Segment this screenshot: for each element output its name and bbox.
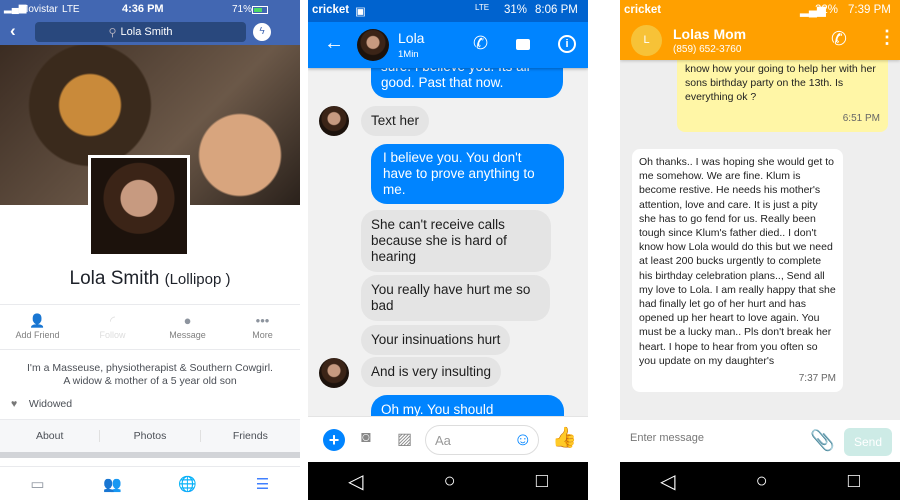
- message-received: Text her: [361, 106, 430, 136]
- back-icon[interactable]: ◁: [660, 469, 675, 494]
- follow-icon: ◜: [109, 313, 116, 328]
- tab-photos[interactable]: Photos: [100, 430, 201, 442]
- back-icon[interactable]: ‹: [10, 21, 16, 41]
- sms-screen: cricket ▂▄▆ 22% 7:39 PM L Lolas Mom (859…: [620, 0, 900, 500]
- profile-name: Lola Smith (Lollipop ): [69, 268, 231, 289]
- message-received: She can't receive calls because she is h…: [361, 210, 551, 272]
- recents-icon[interactable]: □: [536, 470, 548, 493]
- battery-level: 22%: [815, 4, 839, 16]
- news-feed-icon[interactable]: ▭: [0, 475, 75, 493]
- avatar: [319, 358, 349, 388]
- contact-name: Lolas Mom: [673, 26, 747, 42]
- contact-avatar[interactable]: L: [631, 25, 662, 56]
- composer: + ◙ ▨ Aa ☺ 👍: [308, 416, 588, 462]
- add-friend-button[interactable]: 👤 Add Friend: [0, 305, 75, 349]
- time: 8:06 PM: [535, 4, 578, 16]
- placeholder: Aa: [435, 433, 451, 448]
- message-input[interactable]: Aa ☺: [425, 425, 539, 455]
- message-received: Oh thanks.. I was hoping she would get t…: [632, 149, 843, 393]
- battery-level: 31%: [504, 4, 528, 16]
- carrier: Movistar: [20, 4, 58, 15]
- attachment-icon[interactable]: 📎: [810, 428, 835, 453]
- add-friend-icon: 👤: [29, 313, 46, 328]
- like-icon[interactable]: 👍: [552, 425, 577, 450]
- more-icon: •••: [255, 313, 270, 328]
- divider: [0, 452, 300, 458]
- search-text: Lola Smith: [120, 26, 173, 38]
- contact-name: Lola: [398, 30, 425, 46]
- network: LTE: [62, 4, 80, 15]
- carrier: cricket: [312, 4, 350, 16]
- message-received: You really have hurt me so bad: [361, 275, 550, 321]
- relationship-status: ♥ Widowed: [11, 398, 73, 410]
- home-icon[interactable]: ○: [756, 470, 768, 493]
- profile-actions: 👤 Add Friend ◜ Follow ● Message ••• More: [0, 304, 300, 350]
- profile-tabs: About Photos Friends: [0, 419, 300, 452]
- back-icon[interactable]: ◁: [348, 469, 363, 494]
- network: LTE: [475, 3, 490, 12]
- messenger-screen: cricket ▣ LTE 31% 8:06 PM ← Lola 1Min ✆ …: [308, 0, 588, 500]
- search-icon: ⚲: [108, 26, 117, 39]
- image-icon[interactable]: ▨: [397, 429, 412, 449]
- back-arrow-icon[interactable]: ←: [324, 32, 344, 55]
- home-icon[interactable]: ○: [444, 470, 456, 493]
- tab-about[interactable]: About: [0, 430, 101, 442]
- profile-picture[interactable]: [88, 155, 190, 257]
- messenger-icon[interactable]: ϟ: [253, 23, 271, 41]
- facebook-profile-screen: ▂▄▆ Movistar LTE 4:36 PM 71% ‹ ⚲ Lola Sm…: [0, 0, 300, 500]
- heart-icon: ♥: [11, 398, 18, 410]
- timestamp: 6:51 PM: [842, 113, 880, 124]
- message-received: And is very insulting: [361, 357, 502, 387]
- phone-icon[interactable]: ✆: [831, 28, 847, 51]
- message-sent: I believe you. You don't have to prove a…: [371, 144, 564, 204]
- status-bar: ▂▄▆ Movistar LTE 4:36 PM 71%: [0, 0, 300, 20]
- follow-button[interactable]: ◜ Follow: [75, 305, 150, 349]
- status-bar: cricket ▂▄▆ 22% 7:39 PM: [620, 0, 900, 22]
- plus-icon[interactable]: +: [323, 429, 345, 451]
- info-icon[interactable]: i: [558, 35, 576, 53]
- emoji-icon[interactable]: ☺: [514, 429, 532, 450]
- nickname: (Lollipop ): [164, 271, 231, 288]
- send-button[interactable]: Send: [844, 428, 892, 456]
- battery-icon: [252, 6, 268, 14]
- search-field[interactable]: ⚲ Lola Smith: [35, 22, 246, 42]
- recents-icon[interactable]: □: [848, 470, 860, 493]
- carrier: cricket: [624, 4, 662, 16]
- menu-icon[interactable]: ☰: [225, 475, 300, 493]
- more-options-icon[interactable]: ⋮: [878, 27, 896, 48]
- presence: 1Min: [398, 49, 419, 60]
- android-nav-bar: ◁ ○ □: [620, 462, 900, 500]
- composer: Enter message 📎 Send: [620, 420, 900, 462]
- more-button[interactable]: ••• More: [225, 305, 300, 349]
- message-received: Your insinuations hurt: [361, 325, 511, 355]
- android-nav-bar: ◁ ○ □: [308, 462, 588, 500]
- status-bar: cricket ▣ LTE 31% 8:06 PM: [308, 0, 588, 22]
- tab-friends[interactable]: Friends: [201, 430, 300, 442]
- timestamp: 7:37 PM: [798, 373, 836, 385]
- avatar: [319, 106, 349, 136]
- contact-phone: (859) 652-3760: [673, 44, 742, 55]
- bottom-tab-bar: ▭ 👥 🌐 ☰: [0, 466, 300, 500]
- chat-header: ← Lola 1Min ✆ i: [308, 22, 588, 68]
- nav-bar: ‹ ⚲ Lola Smith ϟ: [0, 20, 300, 45]
- video-icon[interactable]: [516, 39, 530, 50]
- battery-level: 71%: [232, 4, 253, 15]
- image-icon: ▣: [355, 6, 366, 18]
- camera-icon[interactable]: ◙: [361, 429, 371, 447]
- bio: I'm a Masseuse, physiotherapist & Southe…: [27, 362, 273, 387]
- phone-icon[interactable]: ✆: [473, 33, 488, 54]
- message-input[interactable]: Enter message: [630, 432, 704, 444]
- chat-header: L Lolas Mom (859) 652-3760 ✆ ⋮: [620, 22, 900, 60]
- time: 4:36 PM: [122, 3, 164, 15]
- friends-icon[interactable]: 👥: [75, 475, 150, 493]
- globe-icon[interactable]: 🌐: [150, 475, 225, 493]
- message-button[interactable]: ● Message: [150, 305, 225, 349]
- time: 7:39 PM: [848, 4, 891, 16]
- messenger-icon: ●: [183, 313, 192, 328]
- avatar[interactable]: [357, 29, 389, 61]
